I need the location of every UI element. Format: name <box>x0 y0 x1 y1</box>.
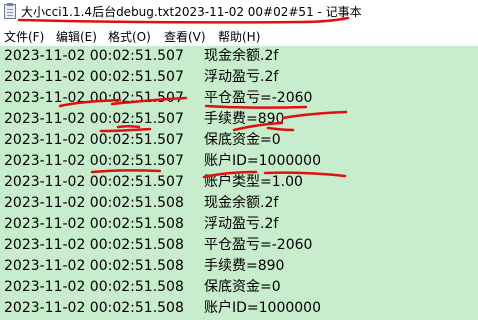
log-timestamp: 2023-11-02 00:02:51.507 <box>4 48 184 64</box>
log-line: 2023-11-02 00:02:51.508 保底资金=0 <box>4 277 281 298</box>
log-text: 账户类型=1.00 <box>204 174 303 190</box>
log-line: 2023-11-02 00:02:51.508 手续费=890 <box>4 256 284 277</box>
log-timestamp: 2023-11-02 00:02:51.508 <box>4 300 184 316</box>
log-timestamp: 2023-11-02 00:02:51.507 <box>4 69 184 85</box>
log-text: 平仓盈亏=-2060 <box>204 237 313 253</box>
log-text: 保底资金=0 <box>204 279 281 295</box>
log-text: 浮动盈亏.2f <box>204 69 279 85</box>
log-text: 现金余额.2f <box>204 195 279 211</box>
log-text: 平仓盈亏=-2060 <box>204 90 313 106</box>
log-timestamp: 2023-11-02 00:02:51.508 <box>4 258 184 274</box>
log-line: 2023-11-02 00:02:51.507 保底资金=0 <box>4 130 281 151</box>
log-timestamp: 2023-11-02 00:02:51.508 <box>4 279 184 295</box>
log-timestamp: 2023-11-02 00:02:51.507 <box>4 153 184 169</box>
menu-format[interactable]: 格式(O) <box>108 28 151 45</box>
menu-bar: 文件(F) 编辑(E) 格式(O) 查看(V) 帮助(H) <box>0 24 478 46</box>
log-timestamp: 2023-11-02 00:02:51.508 <box>4 216 184 232</box>
log-line: 2023-11-02 00:02:51.507 浮动盈亏.2f <box>4 67 278 88</box>
menu-file[interactable]: 文件(F) <box>4 28 44 45</box>
log-timestamp: 2023-11-02 00:02:51.507 <box>4 174 184 190</box>
log-line: 2023-11-02 00:02:51.508 浮动盈亏.2f <box>4 214 278 235</box>
log-text: 手续费=890 <box>204 258 285 274</box>
log-text: 现金余额.2f <box>204 48 279 64</box>
log-timestamp: 2023-11-02 00:02:51.507 <box>4 90 184 106</box>
menu-help[interactable]: 帮助(H) <box>218 28 260 45</box>
log-timestamp: 2023-11-02 00:02:51.507 <box>4 132 184 148</box>
text-editor[interactable]: 2023-11-02 00:02:51.507 现金余额.2f 2023-11-0… <box>0 46 478 320</box>
log-line: 2023-11-02 00:02:51.507 账户ID=1000000 <box>4 151 321 172</box>
log-text: 浮动盈亏.2f <box>204 216 279 232</box>
menu-view[interactable]: 查看(V) <box>164 28 206 45</box>
log-line: 2023-11-02 00:02:51.508 账户ID=1000000 <box>4 298 321 319</box>
log-line: 2023-11-02 00:02:51.508 平仓盈亏=-2060 <box>4 235 312 256</box>
title-bar[interactable]: 大小cci1.1.4后台debug.txt2023-11-02 00#02#51… <box>0 0 478 24</box>
log-line: 2023-11-02 00:02:51.508 现金余额.2f <box>4 193 278 214</box>
log-text: 账户ID=1000000 <box>204 153 321 169</box>
log-text: 账户ID=1000000 <box>204 300 321 316</box>
log-text: 保底资金=0 <box>204 132 281 148</box>
notepad-icon <box>4 3 16 19</box>
window-title: 大小cci1.1.4后台debug.txt2023-11-02 00#02#51… <box>21 5 362 19</box>
log-line: 2023-11-02 00:02:51.507 账户类型=1.00 <box>4 172 303 193</box>
log-line: 2023-11-02 00:02:51.507 平仓盈亏=-2060 <box>4 88 312 109</box>
menu-edit[interactable]: 编辑(E) <box>56 28 97 45</box>
log-line: 2023-11-02 00:02:51.507 手续费=890 <box>4 109 284 130</box>
log-timestamp: 2023-11-02 00:02:51.508 <box>4 195 184 211</box>
log-timestamp: 2023-11-02 00:02:51.507 <box>4 111 184 127</box>
log-line: 2023-11-02 00:02:51.507 现金余额.2f <box>4 46 278 67</box>
log-text: 手续费=890 <box>204 111 285 127</box>
log-timestamp: 2023-11-02 00:02:51.508 <box>4 237 184 253</box>
